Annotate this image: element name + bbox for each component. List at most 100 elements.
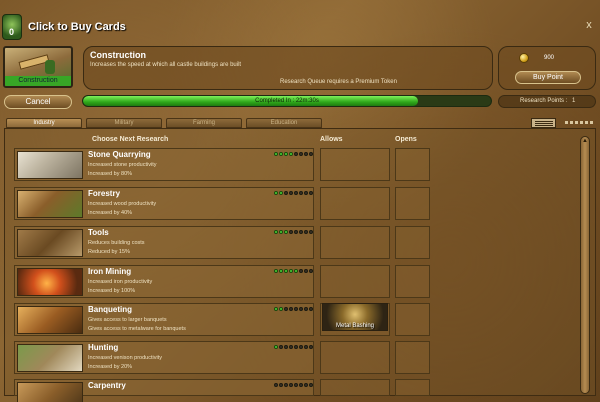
allows-cell [320,341,390,374]
research-effect: Increased stone productivity [88,162,157,168]
opens-cell [395,265,430,298]
research-level-indicator [274,191,314,197]
level-dot-empty [274,383,278,387]
level-dot-empty [309,345,313,349]
level-dot-empty [289,191,293,195]
carpentry-image [17,382,83,402]
research-amount: Increased by 80% [88,171,133,177]
level-dot-empty [304,152,308,156]
level-dot-filled [279,230,283,234]
tools-image [17,229,83,257]
level-dot-empty [309,269,313,273]
queue-message: Research Queue requires a Premium Token [280,79,397,85]
allows-cell [320,187,390,220]
allows-cell [320,265,390,298]
research-name: Tools [88,228,109,237]
allows-cell [320,379,390,396]
thumbnail-label: Construction [5,76,71,86]
level-dot-empty [289,345,293,349]
buy-cards-title[interactable]: Click to Buy Cards [28,21,126,33]
level-dot-empty [279,383,283,387]
research-title: Construction [90,50,146,60]
level-dot-filled [289,269,293,273]
research-amount: Increased by 100% [88,288,136,294]
opens-cell [395,187,430,220]
scrollbar[interactable] [580,136,590,394]
research-row[interactable]: Banqueting Gives access to larger banquet… [14,303,314,336]
list-view-icon[interactable] [531,118,556,128]
level-dot-empty [294,152,298,156]
level-dot-filled [284,152,288,156]
level-dot-empty [299,383,303,387]
level-dot-empty [294,191,298,195]
level-dot-empty [304,230,308,234]
close-icon[interactable]: x [583,19,595,31]
metal-bashing-card[interactable]: Metal Bashing [322,303,388,331]
opens-cell [395,303,430,336]
scroll-up-icon[interactable]: ▲ [581,137,589,145]
research-amount: Gives access to metalware for banquets [88,326,186,332]
tab-military[interactable]: Military [86,118,162,128]
stronghold-logo-icon: 0 [2,14,22,40]
level-dot-empty [284,383,288,387]
level-dot-empty [289,307,293,311]
research-row[interactable]: Iron Mining Increased iron productivity In… [14,265,314,298]
level-dot-empty [299,345,303,349]
level-dot-filled [279,191,283,195]
hunting-image [17,344,83,372]
level-dot-empty [299,269,303,273]
research-row[interactable]: Carpentry [14,379,314,402]
current-research-thumbnail: Construction [3,46,73,88]
stone-quarry-image [17,151,83,179]
level-dot-empty [294,307,298,311]
research-amount: Increased by 40% [88,210,133,216]
level-dot-filled [279,307,283,311]
tab-farming[interactable]: Farming [166,118,242,128]
research-level-indicator [274,230,314,236]
level-dot-empty [299,307,303,311]
opens-header: Opens [395,136,417,143]
opens-cell [395,379,430,396]
level-dot-filled [284,269,288,273]
allows-header: Allows [320,136,343,143]
research-progress-bar: Completed In : 22m:30s [82,95,492,107]
level-dot-empty [289,230,293,234]
opens-cell [395,148,430,181]
research-effect: Increased iron productivity [88,279,153,285]
research-name: Banqueting [88,305,132,314]
level-dot-filled [274,230,278,234]
gold-amount: 900 [544,55,555,61]
level-dot-filled [289,152,293,156]
research-level-indicator [274,345,314,351]
research-level-indicator [274,269,314,275]
allows-cell [320,226,390,259]
level-dot-filled [274,191,278,195]
grid-view-icon[interactable] [563,118,596,128]
research-amount: Reduced by 15% [88,249,130,255]
buy-point-button[interactable]: Buy Point [515,71,581,84]
opens-cell [395,226,430,259]
level-dot-filled [274,269,278,273]
cancel-button[interactable]: Cancel [4,95,72,109]
level-dot-empty [309,191,313,195]
level-dot-empty [289,383,293,387]
research-row[interactable]: Stone Quarrying Increased stone productiv… [14,148,314,181]
allows-cell [320,148,390,181]
research-effect: Reduces building costs [88,240,145,246]
iron-mining-image [17,268,83,296]
level-dot-empty [299,191,303,195]
research-name: Stone Quarrying [88,150,151,159]
tab-industry[interactable]: Industry [6,118,82,128]
research-level-indicator [274,152,314,158]
tab-education[interactable]: Education [246,118,322,128]
research-row[interactable]: Hunting Increased venison productivity Inc… [14,341,314,374]
research-row[interactable]: Forestry Increased wood productivity Incre… [14,187,314,220]
level-dot-empty [284,345,288,349]
research-name: Carpentry [88,381,126,390]
level-dot-empty [309,307,313,311]
level-dot-empty [284,191,288,195]
level-dot-filled [274,307,278,311]
research-row[interactable]: Tools Reduces building costs Reduced by 15… [14,226,314,259]
banqueting-image [17,306,83,334]
research-effect: Gives access to larger banquets [88,317,167,323]
